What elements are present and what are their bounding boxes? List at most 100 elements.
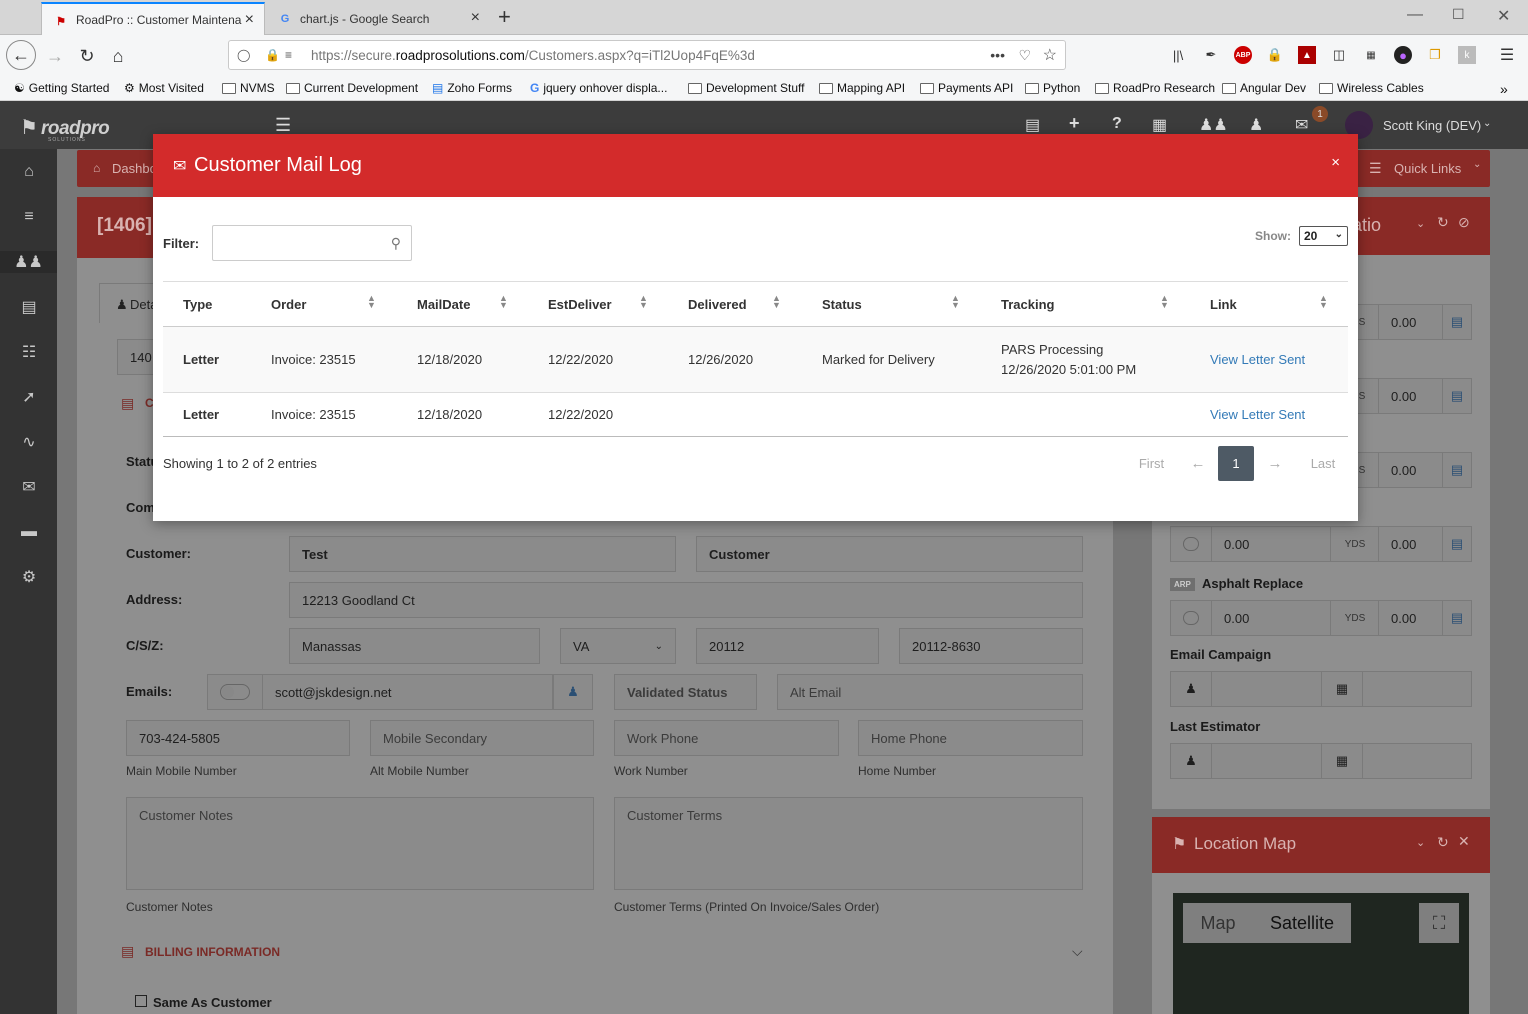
search-icon[interactable]: ⚲ — [391, 235, 401, 252]
password-lock-icon[interactable]: 🔒 — [1266, 46, 1284, 64]
new-tab-icon[interactable]: + — [498, 4, 511, 30]
sort-icon[interactable]: ▲ ▼ — [367, 294, 376, 310]
breadcrumb[interactable]: Dashbo — [112, 161, 157, 176]
menu-icon[interactable]: ☰ — [1498, 46, 1516, 64]
bookmark-roadpro-research[interactable]: RoadPro Research — [1095, 81, 1215, 95]
home-nav-icon[interactable]: ⌂ — [18, 161, 40, 183]
close-icon[interactable]: ✕ — [1458, 833, 1470, 850]
collapse-icon[interactable]: ⌄ — [1416, 217, 1425, 230]
email-contact-button[interactable]: ♟ — [553, 674, 593, 710]
alt-email-field[interactable]: Alt Email — [777, 674, 1083, 710]
email-toggle[interactable] — [207, 674, 263, 710]
column-header-link[interactable]: Link — [1210, 281, 1237, 327]
refresh-icon[interactable]: ↻ — [1437, 834, 1449, 851]
sidebar-toggle-icon[interactable]: ◫ — [1330, 46, 1348, 64]
column-header-tracking[interactable]: Tracking — [1001, 281, 1054, 327]
hamburger-icon[interactable]: ☰ — [275, 115, 291, 136]
bookmark-nvms[interactable]: NVMS — [222, 81, 275, 95]
measure-field-5b[interactable]: 0.00 — [1378, 600, 1444, 636]
collapse-chevron-icon[interactable]: ⌵ — [1072, 943, 1083, 960]
address-bar[interactable]: ◯ 🔒 ≡ https://secure.roadprosolutions.co… — [228, 40, 1066, 70]
extension-windows-icon[interactable]: ❐ — [1426, 46, 1444, 64]
pdf-icon[interactable]: ▲ — [1298, 46, 1316, 64]
customer-id-field[interactable]: 140 — [117, 339, 157, 375]
extension-icon[interactable]: ● — [1394, 46, 1412, 64]
doc-button-icon[interactable]: ▤ — [1442, 304, 1472, 340]
email-campaign-calendar-icon[interactable]: ▦ — [1321, 671, 1363, 707]
user-name[interactable]: Scott King (DEV) — [1383, 118, 1481, 133]
mail-nav-icon[interactable]: ✉ — [18, 476, 40, 498]
email-field[interactable]: scott@jskdesign.net — [262, 674, 553, 710]
last-estimator-calendar-icon[interactable]: ▦ — [1321, 743, 1363, 779]
pagination-first[interactable]: First — [1128, 446, 1175, 481]
city-field[interactable]: Manassas — [289, 628, 540, 664]
add-icon[interactable]: + — [1069, 113, 1080, 134]
page-size-select[interactable]: 20 ⌄ — [1299, 226, 1348, 246]
documents-nav-icon[interactable]: ▤ — [18, 296, 40, 318]
doc-button-icon[interactable]: ▤ — [1442, 452, 1472, 488]
user-menu-chevron-icon[interactable]: ⌄ — [1483, 118, 1491, 129]
doc-button-icon[interactable]: ▤ — [1442, 526, 1472, 562]
toggle-5[interactable] — [1170, 600, 1212, 636]
maximize-icon[interactable]: ☐ — [1452, 6, 1465, 23]
billing-information-header[interactable]: BILLING INFORMATION — [145, 945, 280, 959]
column-header-status[interactable]: Status — [822, 281, 862, 327]
refresh-icon[interactable]: ↻ — [1437, 214, 1449, 231]
bookmark-getting-started[interactable]: ☯ Getting Started — [14, 81, 109, 95]
bookmark-angular-dev[interactable]: Angular Dev — [1222, 81, 1306, 95]
customer-terms-textarea[interactable]: Customer Terms — [614, 797, 1083, 890]
close-tab-icon[interactable]: × — [471, 9, 480, 27]
sort-icon[interactable]: ▲ ▼ — [951, 294, 960, 310]
pagination-next-icon[interactable]: → — [1260, 446, 1290, 481]
help-icon[interactable]: ? — [1112, 115, 1122, 133]
settings-nav-icon[interactable]: ⚙ — [18, 566, 40, 588]
column-header-delivered[interactable]: Delivered — [688, 281, 747, 327]
customers-nav-icon[interactable]: ♟♟ — [0, 251, 57, 273]
chat-icon[interactable]: ✉ — [1295, 115, 1308, 135]
minimize-icon[interactable]: — — [1407, 6, 1423, 24]
bookmark-development-stuff[interactable]: Development Stuff — [688, 81, 805, 95]
column-header-type[interactable]: Type — [183, 281, 212, 327]
reload-icon[interactable]: ↻ — [74, 43, 100, 69]
calendar-icon[interactable]: ▦ — [1152, 115, 1167, 135]
zip4-field[interactable]: 20112-8630 — [899, 628, 1083, 664]
pagination-prev-icon[interactable]: ← — [1183, 446, 1213, 481]
payments-nav-icon[interactable]: ▬ — [18, 521, 40, 543]
dashboard-home-icon[interactable]: ⌂ — [93, 161, 100, 175]
measure-field-5[interactable]: 0.00 — [1211, 600, 1332, 636]
email-campaign-field[interactable] — [1211, 671, 1322, 707]
measure-field-4[interactable]: 0.00 — [1211, 526, 1332, 562]
address-field[interactable]: 12213 Goodland Ct — [289, 582, 1083, 618]
route-nav-icon[interactable]: ➚ — [18, 386, 40, 408]
work-phone-field[interactable]: Work Phone — [614, 720, 839, 756]
hide-icon[interactable]: ⊘ — [1458, 214, 1470, 231]
view-letter-sent-link[interactable]: View Letter Sent — [1210, 350, 1305, 370]
bookmark-wireless-cables[interactable]: Wireless Cables — [1319, 81, 1424, 95]
browser-tab-google[interactable]: G chart.js - Google Search × — [266, 2, 490, 35]
column-header-estdeliver[interactable]: EstDeliver — [548, 281, 612, 327]
mobile-secondary-field[interactable]: Mobile Secondary — [370, 720, 594, 756]
library-icon[interactable]: ||\ — [1169, 46, 1187, 64]
clipboard-nav-icon[interactable]: ☷ — [18, 341, 40, 363]
measure-field-3[interactable]: 0.00 — [1378, 452, 1444, 488]
pocket-icon[interactable]: ♡ — [1018, 47, 1031, 64]
measure-field-4b[interactable]: 0.00 — [1378, 526, 1444, 562]
more-bookmarks-icon[interactable]: » — [1500, 81, 1508, 97]
customer-first-name-field[interactable]: Test — [289, 536, 676, 572]
extension-grey-icon[interactable]: k — [1458, 46, 1476, 64]
chart-nav-icon[interactable]: ∿ — [18, 431, 40, 453]
bookmark-python[interactable]: Python — [1025, 81, 1080, 95]
collapse-icon[interactable]: ⌄ — [1416, 836, 1425, 849]
back-icon[interactable]: ← — [6, 40, 36, 70]
sort-icon[interactable]: ▲ ▼ — [1319, 294, 1328, 310]
browser-tab-roadpro[interactable]: ⚑ RoadPro :: Customer Maintena × — [41, 2, 265, 35]
sliders-nav-icon[interactable]: ≡ — [18, 206, 40, 228]
pagination-page-1[interactable]: 1 — [1218, 446, 1254, 481]
eyedropper-icon[interactable]: ✒ — [1202, 46, 1220, 64]
forward-icon[interactable]: → — [42, 43, 68, 69]
screenshot-icon[interactable]: ▦ — [1362, 46, 1380, 64]
page-actions-icon[interactable]: ••• — [990, 47, 1005, 63]
bookmark-star-icon[interactable]: ☆ — [1043, 45, 1057, 65]
validated-status-field[interactable]: Validated Status — [614, 674, 757, 710]
state-select[interactable]: VA ⌄ — [560, 628, 676, 664]
